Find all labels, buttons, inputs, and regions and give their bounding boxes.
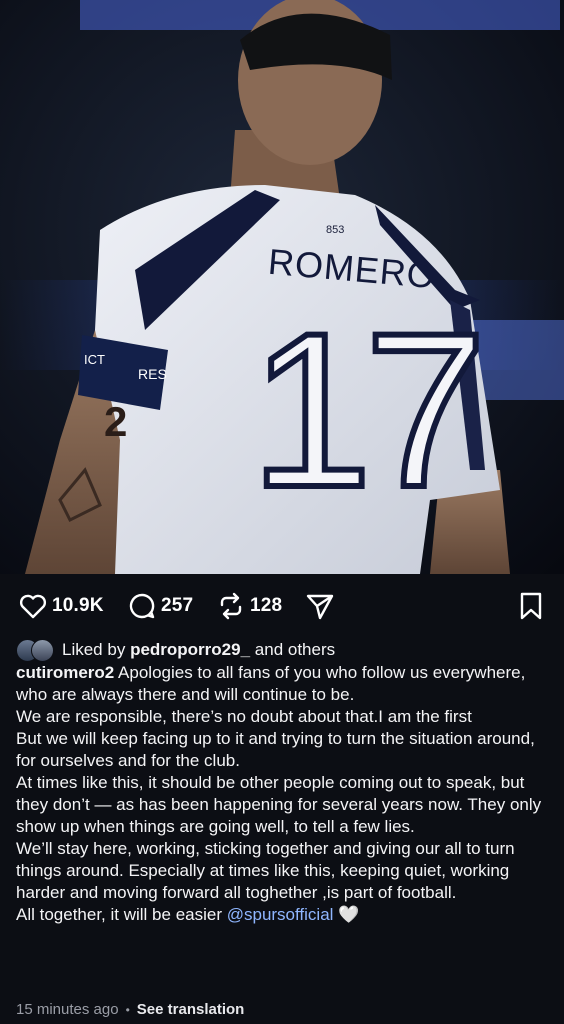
jersey-collar-code: 853	[326, 224, 345, 236]
like-count: 10.9K	[52, 595, 104, 616]
liker-avatars	[16, 639, 56, 662]
timestamp: 15 minutes ago	[16, 1001, 119, 1018]
white-heart-emoji: 🤍	[338, 905, 360, 924]
repost-count: 128	[250, 595, 283, 616]
jersey-number: 17	[247, 287, 490, 533]
caption-paragraph: We’ll stay here, working, sticking toget…	[16, 839, 515, 902]
repost-button[interactable]: 128	[216, 591, 282, 621]
liked-by-row[interactable]: Liked by pedroporro29_ and others	[16, 638, 552, 662]
caption-paragraph: We are responsible, there’s no doubt abo…	[16, 707, 472, 726]
bookmark-icon	[516, 591, 546, 621]
liked-by-user[interactable]: pedroporro29_	[130, 640, 250, 659]
caption-paragraph: cutiromero2 Apologies to all fans of you…	[16, 662, 552, 706]
caption-paragraph: At times like this, it should be other p…	[16, 773, 542, 836]
save-button[interactable]	[516, 591, 546, 621]
repost-icon	[216, 591, 246, 621]
liked-by-prefix: Liked by	[62, 640, 126, 659]
caption-text: All together, it will be easier	[16, 905, 222, 924]
tattoo-digit: 2	[104, 398, 128, 445]
mention-link[interactable]: @spursofficial	[227, 905, 334, 924]
armband-text-right: RES	[138, 366, 167, 382]
liked-by-suffix[interactable]: and others	[255, 640, 335, 659]
share-button[interactable]	[305, 591, 335, 621]
caption-paragraph: All together, it will be easier @spursof…	[16, 904, 552, 926]
caption-paragraph: But we will keep facing up to it and try…	[16, 729, 535, 770]
caption-block: Liked by pedroporro29_ and others cutiro…	[16, 638, 552, 926]
post-meta: 15 minutes ago • See translation	[16, 1001, 244, 1018]
send-icon	[305, 591, 335, 621]
heart-icon	[18, 591, 48, 621]
like-button[interactable]: 10.9K	[18, 591, 104, 621]
comment-icon	[127, 591, 157, 621]
see-translation-link[interactable]: See translation	[137, 1001, 245, 1018]
comment-button[interactable]: 257	[127, 591, 193, 621]
comment-count: 257	[161, 595, 194, 616]
separator-dot: •	[125, 1002, 130, 1017]
avatar	[31, 639, 54, 662]
post-photo[interactable]: 853 ROMERO 17 ICT RES 2	[0, 0, 564, 574]
action-bar: 10.9K 257 128	[0, 586, 564, 626]
armband-text-left: ICT	[84, 352, 105, 367]
caption-username[interactable]: cutiromero2	[16, 663, 114, 682]
liked-by-text: Liked by pedroporro29_ and others	[62, 639, 335, 661]
